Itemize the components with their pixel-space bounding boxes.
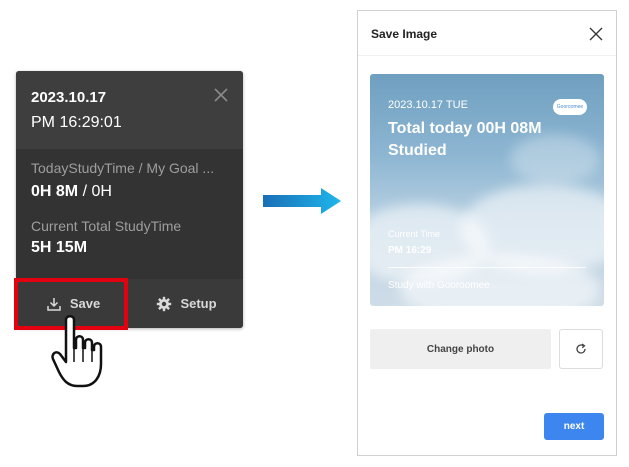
gear-icon	[157, 296, 172, 311]
total-study-value: 5H 15M	[31, 239, 88, 256]
dialog-divider	[358, 55, 616, 56]
widget-date: 2023.10.17	[31, 89, 107, 106]
refresh-icon	[576, 343, 586, 354]
widget-time: PM 16:29:01	[31, 114, 122, 131]
widget-stats: TodayStudyTime / My Goal ... 0H 8M / 0H …	[16, 149, 243, 279]
value-separator: /	[78, 183, 92, 200]
current-time-label: Current Time	[388, 229, 441, 239]
save-image-dialog: Save Image 2023.10.17 TUE Total today 00…	[357, 10, 617, 456]
current-time-value: PM 16:29	[388, 245, 432, 256]
right-arrow-icon	[263, 188, 341, 214]
today-study-value: 0H 8M / 0H	[31, 183, 112, 201]
today-value: 0H 8M	[31, 183, 79, 200]
setup-button[interactable]: Setup	[130, 279, 243, 328]
total-study-label: Current Total StudyTime	[31, 218, 182, 234]
change-photo-button[interactable]: Change photo	[370, 329, 551, 369]
today-study-label: TodayStudyTime / My Goal ...	[31, 160, 215, 176]
brand-logo: Gooroomee	[553, 99, 587, 115]
card-date: 2023.10.17 TUE	[388, 99, 468, 111]
widget-header: 2023.10.17 PM 16:29:01	[16, 71, 243, 149]
card-headline: Total today 00H 08M Studied	[388, 120, 542, 159]
setup-label: Setup	[180, 296, 217, 311]
goal-value: 0H	[91, 183, 112, 200]
card-divider	[388, 267, 586, 268]
next-button[interactable]: next	[544, 413, 604, 440]
dialog-title: Save Image	[371, 27, 438, 41]
refresh-button[interactable]	[559, 329, 603, 369]
close-icon[interactable]	[213, 87, 229, 103]
study-image-card: 2023.10.17 TUE Total today 00H 08M Studi…	[370, 74, 604, 306]
close-icon[interactable]	[589, 27, 603, 41]
pointer-hand-icon	[51, 315, 103, 388]
card-footer: Study with Gooroomee	[388, 280, 490, 291]
